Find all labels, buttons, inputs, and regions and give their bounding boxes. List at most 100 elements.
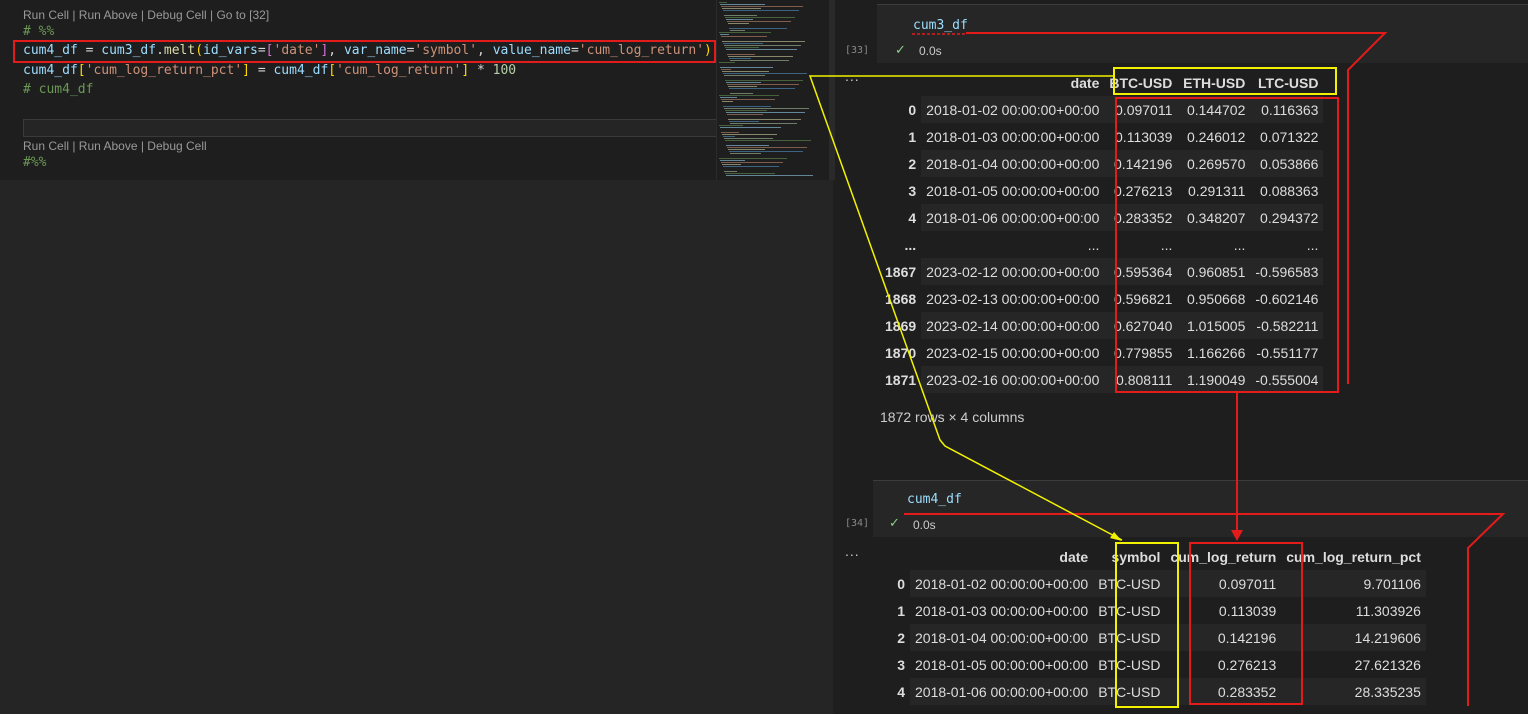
table-cell: 2018-01-06 00:00:00+00:00	[921, 204, 1105, 231]
minimap-line	[722, 71, 769, 72]
minimap-line	[720, 97, 737, 98]
row-count-info: 1872 rows × 4 columns	[880, 409, 1025, 425]
row-index: 4	[908, 209, 917, 226]
minimap-line	[724, 75, 765, 76]
row-index: 1867	[885, 263, 917, 280]
table-cell: 2018-01-05 00:00:00+00:00	[910, 651, 1094, 678]
table-cell: 0.276213	[1104, 177, 1178, 204]
table-row: 1 2018-01-03 00:00:00+00:00 BTC-USD 0.11303…	[880, 597, 1426, 624]
column-header: cum_log_return_pct	[1286, 549, 1421, 565]
table-cell: 0.097011	[1165, 570, 1282, 597]
column-header: BTC-USD	[1109, 75, 1173, 91]
table-row: 1867 2023-02-12 00:00:00+00:00 0.595364 0.9…	[880, 258, 1324, 285]
minimap-line	[722, 41, 805, 42]
row-index: 1868	[885, 290, 917, 307]
minimap-line	[723, 10, 799, 11]
minimap-line	[720, 67, 773, 68]
minimap-line	[719, 32, 771, 33]
minimap-line	[719, 62, 735, 63]
table-cell: 2018-01-02 00:00:00+00:00	[910, 570, 1094, 597]
table-cell: 0.142196	[1104, 150, 1178, 177]
table-cell: 14.219606	[1281, 624, 1426, 651]
minimap-line	[721, 36, 767, 37]
table-cell: -0.555004	[1250, 366, 1324, 393]
code-line-comment: # cum4_df	[23, 82, 94, 97]
minimap-line	[729, 151, 803, 152]
table-cell: ...	[1250, 231, 1324, 258]
table-cell: 0.808111	[1104, 366, 1178, 393]
table-cell: 2023-02-12 00:00:00+00:00	[921, 258, 1105, 285]
notebook-output: [33] cum3_df ✓ 0.0s ... date BTC-USD ETH…	[835, 0, 1528, 714]
table-cell: BTC-USD	[1093, 651, 1166, 678]
row-index: 0	[897, 575, 905, 592]
cell-34-code[interactable]: cum4_df	[907, 492, 962, 507]
table-row: 0 2018-01-02 00:00:00+00:00 BTC-USD 0.09701…	[880, 570, 1426, 597]
minimap-line	[726, 175, 813, 176]
table-cell: 0.291311	[1177, 177, 1251, 204]
minimap-line	[722, 8, 761, 9]
minimap-line	[727, 84, 799, 85]
cell-34-header[interactable]	[873, 480, 1528, 537]
row-index: ...	[904, 236, 917, 253]
table-row: ...............	[880, 231, 1324, 258]
table-cell: 1.015005	[1177, 312, 1251, 339]
minimap-line	[719, 2, 727, 3]
minimap-line	[722, 164, 741, 165]
minimap-line	[722, 134, 777, 135]
table-row: 4 2018-01-06 00:00:00+00:00 0.283352 0.3482…	[880, 204, 1324, 231]
table-cell: -0.551177	[1250, 339, 1324, 366]
column-header: symbol	[1111, 549, 1161, 565]
table-cell: 0.627040	[1104, 312, 1178, 339]
cell-33-execution-count: [33]	[845, 45, 870, 56]
column-header: LTC-USD	[1258, 75, 1319, 91]
minimap-line	[726, 82, 761, 83]
table-row: 2 2018-01-04 00:00:00+00:00 0.142196 0.2695…	[880, 150, 1324, 177]
minimap-line	[725, 140, 811, 141]
table-cell: 2023-02-15 00:00:00+00:00	[921, 339, 1105, 366]
table-cell: 27.621326	[1281, 651, 1426, 678]
codelens-cell-actions[interactable]: Run Cell | Run Above | Debug Cell | Go t…	[23, 8, 269, 22]
minimap-line	[721, 132, 739, 133]
minimap-line	[727, 21, 791, 22]
minimap-line	[724, 15, 757, 16]
minimap-line	[724, 45, 801, 46]
table-cell: ...	[921, 231, 1105, 258]
minimap-line	[721, 162, 783, 163]
cell-33-output-menu[interactable]: ...	[845, 68, 860, 84]
minimap-line	[723, 73, 807, 74]
column-header	[880, 544, 910, 570]
table-cell: 0.071322	[1250, 123, 1324, 150]
row-index: 0	[908, 101, 917, 118]
table-cell: ...	[1177, 231, 1251, 258]
table-cell: 2018-01-03 00:00:00+00:00	[921, 123, 1105, 150]
table-cell: 0.276213	[1165, 651, 1282, 678]
table-cell: 2023-02-14 00:00:00+00:00	[921, 312, 1105, 339]
codelens-cell-actions-2[interactable]: Run Cell | Run Above | Debug Cell	[23, 139, 207, 153]
minimap-line	[725, 47, 759, 48]
cell-33-exec-time: 0.0s	[919, 44, 942, 58]
table-cell: 0.779855	[1104, 339, 1178, 366]
cell-33-header[interactable]	[877, 4, 1528, 63]
cell-34-output-menu[interactable]: ...	[845, 543, 860, 559]
table-cell: 0.088363	[1250, 177, 1324, 204]
table-cell: 0.246012	[1177, 123, 1251, 150]
minimap[interactable]	[716, 0, 829, 180]
code-line-pct: cum4_df['cum_log_return_pct'] = cum4_df[…	[23, 63, 517, 78]
table-cell: 0.960851	[1177, 258, 1251, 285]
row-index: 1	[908, 128, 917, 145]
table-row: 3 2018-01-05 00:00:00+00:00 BTC-USD 0.27621…	[880, 651, 1426, 678]
table-row: 1869 2023-02-14 00:00:00+00:00 0.627040 1.0…	[880, 312, 1324, 339]
code-editor[interactable]: Run Cell | Run Above | Debug Cell | Go t…	[0, 0, 718, 180]
table-header-row: date BTC-USD ETH-USD LTC-USD	[880, 70, 1324, 96]
minimap-line	[723, 43, 763, 44]
minimap-line	[720, 4, 765, 5]
row-index: 1870	[885, 344, 917, 361]
row-index: 1871	[885, 371, 917, 388]
minimap-line	[721, 99, 775, 100]
table-cell: 2023-02-16 00:00:00+00:00	[921, 366, 1105, 393]
table-cell: 0.053866	[1250, 150, 1324, 177]
cell-33-code[interactable]: cum3_df	[913, 18, 968, 33]
table-cell: 2018-01-05 00:00:00+00:00	[921, 177, 1105, 204]
row-index: 2	[897, 629, 905, 646]
cell-34-exec-time: 0.0s	[913, 518, 936, 532]
